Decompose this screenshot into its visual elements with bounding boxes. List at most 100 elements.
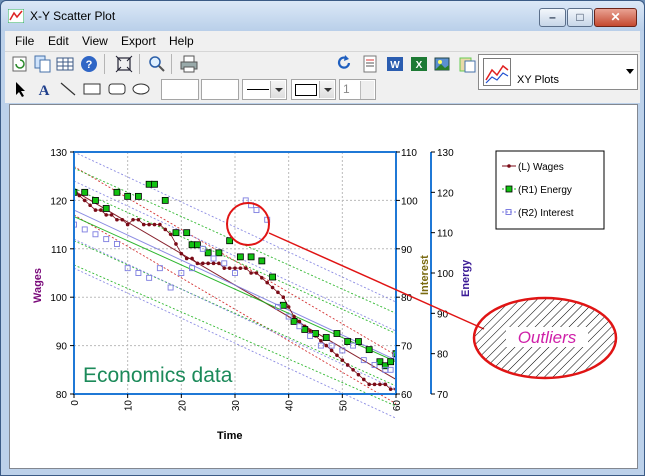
- energy-tick-label: 130: [437, 148, 454, 159]
- close-button[interactable]: ✕: [594, 8, 637, 27]
- energy-point: [113, 188, 121, 196]
- interest-point: [92, 231, 99, 238]
- wages-point: [82, 198, 87, 203]
- interest-tick-label: 90: [401, 245, 413, 256]
- spin-up-button[interactable]: [360, 81, 374, 90]
- interest-point: [253, 207, 260, 214]
- svg-text:?: ?: [86, 59, 93, 71]
- energy-point: [312, 330, 319, 337]
- interest-tick-label: 70: [401, 342, 413, 353]
- menu-edit[interactable]: Edit: [48, 34, 69, 48]
- help-icon[interactable]: ?: [80, 55, 98, 73]
- line-width-spinner[interactable]: 1: [339, 79, 376, 100]
- image-icon[interactable]: [434, 55, 452, 73]
- wages-point: [286, 305, 291, 309]
- x-tick-label: 20: [177, 400, 188, 412]
- doc-icon[interactable]: [361, 55, 379, 73]
- wages-point: [238, 266, 243, 270]
- maximize-icon: □: [576, 10, 584, 24]
- energy-point: [161, 197, 169, 204]
- xy-plot-icon: [483, 58, 511, 86]
- line-tool-icon[interactable]: [59, 80, 77, 98]
- word-icon[interactable]: W: [386, 55, 404, 73]
- x-tick-label: 10: [124, 400, 135, 412]
- wages-point: [211, 261, 216, 266]
- left-axis-title: Wages: [32, 268, 44, 303]
- menu-view[interactable]: View: [82, 34, 108, 48]
- chevron-down-icon[interactable]: [270, 81, 285, 98]
- interest-tick-label: 100: [401, 196, 418, 207]
- interest-axis-title: Interest: [419, 255, 431, 295]
- energy-tick-label: 120: [437, 188, 454, 199]
- spin-down-button[interactable]: [360, 90, 374, 99]
- legend-label: (L) Wages: [518, 162, 564, 173]
- wages-point: [292, 314, 296, 319]
- interest-point: [307, 332, 314, 339]
- app-window: X-Y Scatter Plot – □ ✕ File Edit View Ex…: [0, 0, 645, 476]
- maximize-button[interactable]: □: [567, 8, 593, 27]
- ellipse-tool-icon[interactable]: [132, 80, 150, 98]
- energy-point: [365, 346, 373, 354]
- redo-icon[interactable]: [335, 55, 353, 73]
- border-style-select[interactable]: [291, 79, 336, 100]
- window-title: X-Y Scatter Plot: [30, 9, 116, 23]
- wages-point: [388, 387, 393, 391]
- fit-icon[interactable]: [115, 55, 133, 73]
- interest-tick-label: 60: [401, 390, 413, 401]
- energy-point: [387, 358, 395, 366]
- fill-color-well[interactable]: [161, 79, 199, 100]
- wages-point: [206, 261, 210, 266]
- energy-point: [102, 205, 110, 212]
- wages-point: [233, 266, 237, 270]
- print-icon[interactable]: [180, 55, 198, 73]
- menu-help[interactable]: Help: [169, 34, 194, 48]
- wages-point: [254, 271, 259, 275]
- wages-point: [168, 232, 173, 237]
- left-tick-label: 130: [50, 148, 67, 159]
- energy-point: [172, 229, 180, 237]
- interest-point: [103, 236, 110, 243]
- line-color-well[interactable]: [201, 79, 239, 100]
- excel-icon[interactable]: X: [410, 55, 428, 73]
- title-bar[interactable]: X-Y Scatter Plot – □ ✕: [1, 1, 644, 31]
- chevron-down-icon[interactable]: [319, 81, 334, 98]
- chevron-down-icon[interactable]: [626, 69, 634, 78]
- interest-band-line: [73, 151, 397, 303]
- legend-label: (R2) Interest: [518, 208, 574, 219]
- wages-point: [324, 343, 329, 348]
- wages-point: [222, 266, 227, 270]
- line-style-select[interactable]: [242, 79, 287, 100]
- line-width-value[interactable]: 1: [343, 82, 350, 96]
- wages-point: [88, 203, 92, 208]
- svg-text:W: W: [390, 60, 400, 71]
- plot-type-select[interactable]: XY Plots: [478, 54, 638, 90]
- menu-file[interactable]: File: [15, 34, 34, 48]
- wages-point: [104, 213, 108, 217]
- refresh-icon[interactable]: [11, 55, 29, 73]
- plot-canvas[interactable]: 80 90 100 110 120 130 60 70 80 90 100 110 70 80 90 100 1…: [9, 104, 638, 469]
- wages-point: [297, 319, 302, 324]
- text-tool-icon[interactable]: A: [35, 80, 53, 98]
- wages-point: [115, 217, 119, 222]
- minimize-button[interactable]: –: [539, 8, 566, 27]
- menu-export[interactable]: Export: [121, 34, 156, 48]
- wages-point: [249, 271, 253, 275]
- table-icon[interactable]: [56, 55, 74, 73]
- copy-icon[interactable]: [34, 55, 52, 73]
- x-tick-label: 40: [285, 400, 296, 412]
- rounded-rect-tool-icon[interactable]: [108, 80, 126, 98]
- zoom-icon[interactable]: [148, 55, 166, 73]
- interest-point: [135, 270, 142, 276]
- interest-point: [387, 366, 394, 373]
- clipboard-icon[interactable]: [458, 55, 476, 73]
- wages-point: [147, 222, 151, 227]
- scatter-plot[interactable]: 8090100110120130607080901001107080901001…: [10, 105, 637, 468]
- minimize-icon: –: [549, 10, 556, 24]
- x-tick-label: 50: [338, 400, 349, 412]
- energy-point: [204, 249, 212, 257]
- border-style-preview: [295, 84, 317, 96]
- rect-tool-icon[interactable]: [83, 80, 101, 98]
- arrow-tool-icon[interactable]: [11, 80, 29, 98]
- wages-point: [227, 266, 232, 270]
- energy-tick-label: 100: [437, 269, 454, 280]
